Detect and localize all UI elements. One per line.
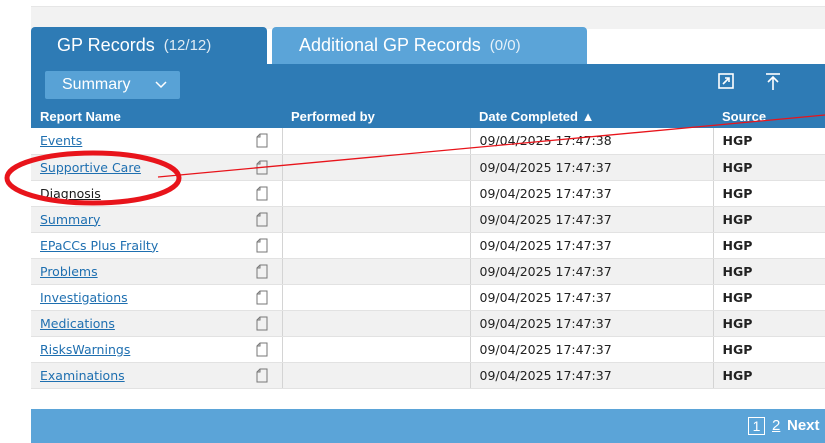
performed-by-cell <box>282 284 471 311</box>
report-name-link[interactable]: Problems <box>40 264 98 279</box>
source-cell: HGP <box>713 284 825 311</box>
table-row[interactable]: Investigations 09/04/2025 17:47:37 HGP <box>31 284 825 311</box>
table-row[interactable]: Events 09/04/2025 17:47:38 HGP <box>31 128 825 155</box>
source-cell: HGP <box>713 180 825 207</box>
document-icon[interactable] <box>256 342 268 357</box>
source-cell: HGP <box>713 128 825 155</box>
report-name-cell: Examinations <box>31 362 283 389</box>
scroll-top-icon[interactable] <box>764 72 782 92</box>
date-completed-cell: 09/04/2025 17:47:37 <box>470 310 714 337</box>
report-name-link[interactable]: Events <box>40 133 82 148</box>
document-icon[interactable] <box>256 290 268 305</box>
tab-gp-records-label: GP Records <box>57 35 155 55</box>
tab-gp-records[interactable]: GP Records (12/12) <box>31 27 267 64</box>
tab-additional-gp-records[interactable]: Additional GP Records (0/0) <box>272 27 587 64</box>
performed-by-cell <box>282 180 471 207</box>
table-header-row: Report Name Performed by Date Completed … <box>31 104 825 128</box>
table-row[interactable]: Diagnosis 09/04/2025 17:47:37 HGP <box>31 180 825 207</box>
report-name-link[interactable]: Diagnosis <box>40 186 101 201</box>
report-name-cell: Medications <box>31 310 283 337</box>
date-completed-cell: 09/04/2025 17:47:37 <box>470 206 714 233</box>
report-name-cell: Problems <box>31 258 283 285</box>
chevron-down-icon <box>155 81 167 89</box>
document-icon[interactable] <box>256 160 268 175</box>
date-completed-cell: 09/04/2025 17:47:37 <box>470 258 714 285</box>
table-row[interactable]: Summary 09/04/2025 17:47:37 HGP <box>31 206 825 233</box>
column-header-performed-by[interactable]: Performed by <box>282 104 470 128</box>
performed-by-cell <box>282 128 471 155</box>
source-cell: HGP <box>713 336 825 363</box>
source-cell: HGP <box>713 310 825 337</box>
table-row[interactable]: Supportive Care 09/04/2025 17:47:37 HGP <box>31 154 825 181</box>
document-icon[interactable] <box>256 238 268 253</box>
document-icon[interactable] <box>256 133 268 148</box>
report-name-cell: Events <box>31 128 283 155</box>
page-1-button[interactable]: 1 <box>748 417 765 435</box>
document-icon[interactable] <box>256 368 268 383</box>
expand-icon[interactable] <box>717 72 735 90</box>
summary-view-dropdown[interactable]: Summary <box>45 71 180 99</box>
performed-by-cell <box>282 310 471 337</box>
date-completed-cell: 09/04/2025 17:47:37 <box>470 336 714 363</box>
source-cell: HGP <box>713 362 825 389</box>
report-name-link[interactable]: RisksWarnings <box>40 342 130 357</box>
grid-toolbar: Summary <box>31 64 825 104</box>
top-bar <box>31 6 825 29</box>
tab-additional-gp-records-count: (0/0) <box>489 37 521 54</box>
date-completed-cell: 09/04/2025 17:47:37 <box>470 284 714 311</box>
next-page-link[interactable]: Next <box>787 417 820 435</box>
column-header-date-completed[interactable]: Date Completed ▲ <box>470 104 713 128</box>
performed-by-cell <box>282 154 471 181</box>
source-cell: HGP <box>713 258 825 285</box>
date-completed-cell: 09/04/2025 17:47:37 <box>470 362 714 389</box>
date-completed-cell: 09/04/2025 17:47:37 <box>470 154 714 181</box>
pagination-bar: 1 2 Next <box>31 409 825 443</box>
document-icon[interactable] <box>256 264 268 279</box>
summary-view-label: Summary <box>62 76 131 93</box>
report-name-cell: Summary <box>31 206 283 233</box>
report-name-link[interactable]: Summary <box>40 212 100 227</box>
date-completed-cell: 09/04/2025 17:47:37 <box>470 232 714 259</box>
document-icon[interactable] <box>256 212 268 227</box>
page-2-link[interactable]: 2 <box>772 417 780 435</box>
date-completed-cell: 09/04/2025 17:47:37 <box>470 180 714 207</box>
report-name-link[interactable]: Examinations <box>40 368 125 383</box>
report-name-cell: EPaCCs Plus Frailty <box>31 232 283 259</box>
report-name-cell: Investigations <box>31 284 283 311</box>
report-name-link[interactable]: EPaCCs Plus Frailty <box>40 238 158 253</box>
performed-by-cell <box>282 232 471 259</box>
report-name-cell: RisksWarnings <box>31 336 283 363</box>
document-icon[interactable] <box>256 316 268 331</box>
table-row[interactable]: EPaCCs Plus Frailty 09/04/2025 17:47:37 HG… <box>31 232 825 259</box>
records-table: Report Name Performed by Date Completed … <box>31 104 825 389</box>
performed-by-cell <box>282 362 471 389</box>
performed-by-cell <box>282 258 471 285</box>
document-icon[interactable] <box>256 186 268 201</box>
report-name-cell: Supportive Care <box>31 154 283 181</box>
column-header-source[interactable]: Source <box>713 104 825 128</box>
source-cell: HGP <box>713 232 825 259</box>
tab-additional-gp-records-label: Additional GP Records <box>299 35 481 55</box>
report-name-cell: Diagnosis <box>31 180 283 207</box>
table-row[interactable]: RisksWarnings 09/04/2025 17:47:37 HGP <box>31 336 825 363</box>
date-completed-cell: 09/04/2025 17:47:38 <box>470 128 714 155</box>
report-name-link[interactable]: Investigations <box>40 290 128 305</box>
column-header-report-name[interactable]: Report Name <box>31 104 282 128</box>
source-cell: HGP <box>713 154 825 181</box>
tab-gp-records-count: (12/12) <box>163 37 212 54</box>
table-row[interactable]: Problems 09/04/2025 17:47:37 HGP <box>31 258 825 285</box>
source-cell: HGP <box>713 206 825 233</box>
table-row[interactable]: Medications 09/04/2025 17:47:37 HGP <box>31 310 825 337</box>
table-row[interactable]: Examinations 09/04/2025 17:47:37 HGP <box>31 362 825 389</box>
performed-by-cell <box>282 336 471 363</box>
report-name-link[interactable]: Supportive Care <box>40 160 141 175</box>
report-name-link[interactable]: Medications <box>40 316 115 331</box>
performed-by-cell <box>282 206 471 233</box>
